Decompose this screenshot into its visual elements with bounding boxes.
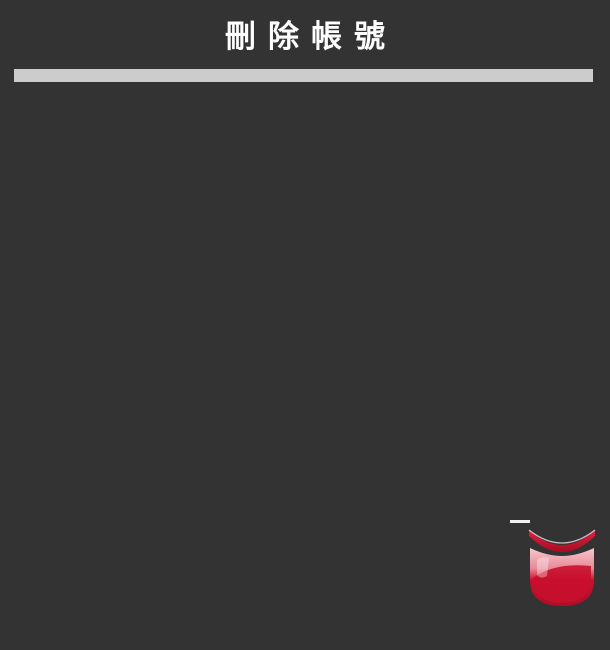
page-title: 刪除帳號 [225, 19, 397, 55]
minimize-dash-icon[interactable] [510, 520, 530, 523]
content-area [14, 82, 593, 502]
red-cup-icon[interactable] [527, 526, 597, 610]
title-divider-bar [14, 69, 593, 82]
